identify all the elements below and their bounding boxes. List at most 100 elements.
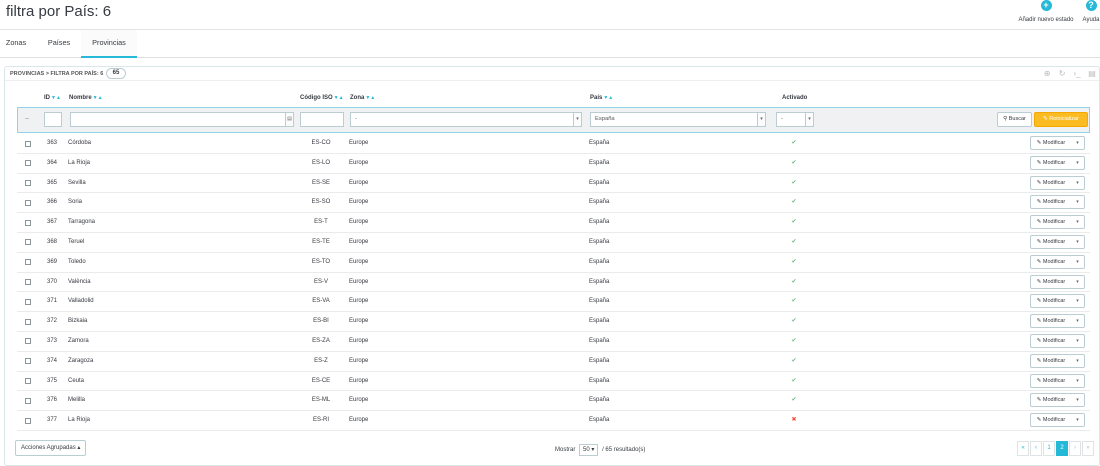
table-row[interactable]: 371 Valladolid ES-VA Europe España ✔ ✎ Modific… bbox=[17, 292, 1090, 313]
row-actions-dropdown[interactable]: ▾ bbox=[1071, 314, 1085, 329]
enabled-check-icon[interactable]: ✔ bbox=[789, 218, 799, 225]
row-checkbox[interactable] bbox=[25, 378, 31, 386]
edit-button[interactable]: ✎ Modificar bbox=[1030, 175, 1072, 190]
sql-query-icon[interactable]: ›_ bbox=[1072, 69, 1082, 79]
page-link[interactable]: 1 bbox=[1043, 441, 1055, 456]
sort-icon[interactable]: ▼▲ bbox=[334, 95, 344, 101]
row-actions-dropdown[interactable]: ▾ bbox=[1071, 393, 1085, 408]
column-header-name[interactable]: Nombre▼▲ bbox=[69, 95, 103, 101]
enabled-check-icon[interactable]: ✔ bbox=[789, 179, 799, 186]
row-checkbox[interactable] bbox=[25, 219, 31, 228]
column-header-iso[interactable]: Código ISO▼▲ bbox=[300, 95, 344, 101]
filter-zone-select[interactable]: - ▾ bbox=[350, 112, 582, 127]
row-checkbox[interactable] bbox=[25, 160, 31, 168]
checkbox[interactable] bbox=[25, 417, 31, 424]
filter-id-input[interactable] bbox=[44, 112, 62, 127]
checkbox[interactable] bbox=[25, 318, 31, 325]
checkbox[interactable] bbox=[25, 259, 31, 266]
edit-button[interactable]: ✎ Modificar bbox=[1030, 215, 1072, 230]
filter-iso-input[interactable] bbox=[300, 112, 344, 127]
table-row[interactable]: 372 Bizkaia ES-BI Europe España ✔ ✎ Modificar ▾ bbox=[17, 312, 1090, 332]
edit-button[interactable]: ✎ Modificar bbox=[1030, 294, 1072, 309]
tab-zonas[interactable]: Zonas bbox=[0, 30, 32, 58]
sort-icon[interactable]: ▼▲ bbox=[603, 95, 613, 101]
edit-button[interactable]: ✎ Modificar bbox=[1030, 333, 1072, 348]
checkbox[interactable] bbox=[25, 279, 31, 286]
row-actions-dropdown[interactable]: ▾ bbox=[1071, 274, 1085, 289]
edit-button[interactable]: ✎ Modificar bbox=[1030, 413, 1072, 428]
row-actions-dropdown[interactable]: ▾ bbox=[1071, 333, 1085, 348]
checkbox[interactable] bbox=[25, 298, 31, 305]
row-actions-dropdown[interactable]: ▾ bbox=[1071, 413, 1085, 428]
row-checkbox[interactable] bbox=[25, 318, 31, 327]
table-row[interactable]: 370 València ES-V Europe España ✔ ✎ Modificar ▾ bbox=[17, 273, 1090, 293]
enabled-check-icon[interactable]: ✔ bbox=[789, 396, 799, 403]
checkbox[interactable] bbox=[25, 239, 31, 246]
enabled-check-icon[interactable]: ✔ bbox=[789, 278, 799, 285]
sort-icon[interactable]: ▼▲ bbox=[365, 95, 375, 101]
page-link[interactable]: ‹ bbox=[1030, 441, 1042, 456]
checkbox[interactable] bbox=[25, 219, 31, 226]
table-row[interactable]: 368 Teruel ES-TE Europe España ✔ ✎ Modificar ▾ bbox=[17, 233, 1090, 253]
row-checkbox[interactable] bbox=[25, 199, 31, 208]
table-row[interactable]: 377 La Rioja ES-RI Europe España ✖ ✎ Modificar… bbox=[17, 411, 1090, 431]
edit-button[interactable]: ✎ Modificar bbox=[1030, 136, 1072, 150]
tab-paises[interactable]: Países bbox=[39, 30, 79, 58]
sort-icon[interactable]: ▼▲ bbox=[93, 95, 103, 101]
row-actions-dropdown[interactable]: ▾ bbox=[1071, 373, 1085, 388]
row-actions-dropdown[interactable]: ▾ bbox=[1071, 353, 1085, 368]
row-actions-dropdown[interactable]: ▾ bbox=[1071, 175, 1085, 190]
table-row[interactable]: 374 Zaragoza ES-Z Europe España ✔ ✎ Modificar ▾ bbox=[17, 352, 1090, 372]
checkbox[interactable] bbox=[25, 378, 31, 385]
filter-active-select[interactable]: - ▾ bbox=[776, 112, 814, 127]
enabled-check-icon[interactable]: ✔ bbox=[789, 139, 799, 146]
enabled-check-icon[interactable]: ✔ bbox=[789, 297, 799, 304]
checkbox[interactable] bbox=[25, 358, 31, 365]
row-actions-dropdown[interactable]: ▾ bbox=[1071, 254, 1085, 269]
checkbox[interactable] bbox=[25, 397, 31, 404]
edit-button[interactable]: ✎ Modificar bbox=[1030, 373, 1072, 388]
filter-country-select[interactable]: España ▾ bbox=[590, 112, 766, 127]
reset-button[interactable]: ✎ Reinicializar bbox=[1034, 112, 1088, 127]
table-row[interactable]: 373 Zamora ES-ZA Europe España ✔ ✎ Modificar ▾ bbox=[17, 332, 1090, 352]
page-link[interactable]: › bbox=[1069, 441, 1081, 456]
table-row[interactable]: 369 Toledo ES-TO Europe España ✔ ✎ Modificar ▾ bbox=[17, 253, 1090, 273]
page-link[interactable]: » bbox=[1082, 441, 1094, 456]
disabled-cross-icon[interactable]: ✖ bbox=[789, 416, 799, 423]
bulk-actions-button[interactable]: Acciones Agrupadas ▴ bbox=[15, 440, 87, 456]
row-checkbox[interactable] bbox=[25, 180, 31, 188]
checkbox[interactable] bbox=[25, 140, 31, 147]
enabled-check-icon[interactable]: ✔ bbox=[789, 258, 799, 265]
row-checkbox[interactable] bbox=[25, 397, 31, 406]
column-header-country[interactable]: País▼▲ bbox=[590, 95, 613, 101]
row-checkbox[interactable] bbox=[25, 279, 31, 287]
enabled-check-icon[interactable]: ✔ bbox=[789, 159, 799, 166]
refresh-icon[interactable]: ↻ bbox=[1057, 69, 1067, 79]
table-row[interactable]: 375 Ceuta ES-CE Europe España ✔ ✎ Modificar ▾ bbox=[17, 372, 1090, 392]
tab-provincias[interactable]: Provincias bbox=[81, 30, 137, 58]
enabled-check-icon[interactable]: ✔ bbox=[789, 337, 799, 344]
row-actions-dropdown[interactable]: ▾ bbox=[1071, 215, 1085, 230]
enabled-check-icon[interactable]: ✔ bbox=[789, 377, 799, 384]
row-checkbox[interactable] bbox=[25, 298, 31, 307]
filter-name-input[interactable]: ▤ bbox=[70, 112, 294, 127]
enabled-check-icon[interactable]: ✔ bbox=[789, 198, 799, 205]
table-row[interactable]: 367 Tarragona ES-T Europe España ✔ ✎ Modificar… bbox=[17, 213, 1090, 233]
enabled-check-icon[interactable]: ✔ bbox=[789, 357, 799, 364]
table-row[interactable]: 376 Melilla ES-ML Europe España ✔ ✎ Modificar ▾ bbox=[17, 391, 1090, 412]
edit-button[interactable]: ✎ Modificar bbox=[1030, 393, 1072, 408]
row-actions-dropdown[interactable]: ▾ bbox=[1071, 234, 1085, 249]
per-page-select[interactable]: 50 ▾ bbox=[579, 444, 599, 456]
add-icon[interactable]: ⊕ bbox=[1042, 69, 1052, 79]
search-button[interactable]: ⚲ Buscar bbox=[997, 112, 1032, 127]
edit-button[interactable]: ✎ Modificar bbox=[1030, 314, 1072, 329]
sort-icon[interactable]: ▼▲ bbox=[51, 95, 61, 101]
table-row[interactable]: 364 La Rioja ES-LO Europe España ✔ ✎ Modificar… bbox=[17, 154, 1090, 174]
row-checkbox[interactable] bbox=[25, 239, 31, 247]
edit-button[interactable]: ✎ Modificar bbox=[1030, 353, 1072, 368]
row-checkbox[interactable] bbox=[25, 140, 31, 149]
enabled-check-icon[interactable]: ✔ bbox=[789, 238, 799, 245]
edit-button[interactable]: ✎ Modificar bbox=[1030, 274, 1072, 289]
help-button[interactable]: ? Ayuda bbox=[1079, 0, 1100, 23]
table-row[interactable]: 363 Córdoba ES-CO Europe España ✔ ✎ Modificar ▾ bbox=[17, 134, 1090, 154]
